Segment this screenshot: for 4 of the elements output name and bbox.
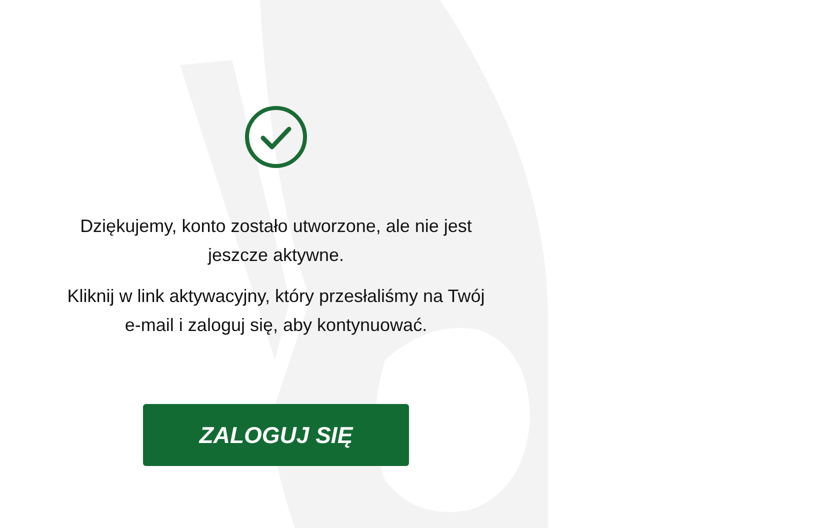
confirmation-message: Dziękujemy, konto zostało utworzone, ale nie jest jeszcze aktywne.: [79, 215, 473, 267]
login-button[interactable]: ZALOGUJ SIĘ: [143, 404, 409, 466]
checkmark-icon: [244, 105, 308, 169]
activation-instructions: Kliknij w link aktywacyjny, który przesłaliśmy na Twój e-mail i zaloguj się, aby kontynuować.: [66, 285, 486, 337]
